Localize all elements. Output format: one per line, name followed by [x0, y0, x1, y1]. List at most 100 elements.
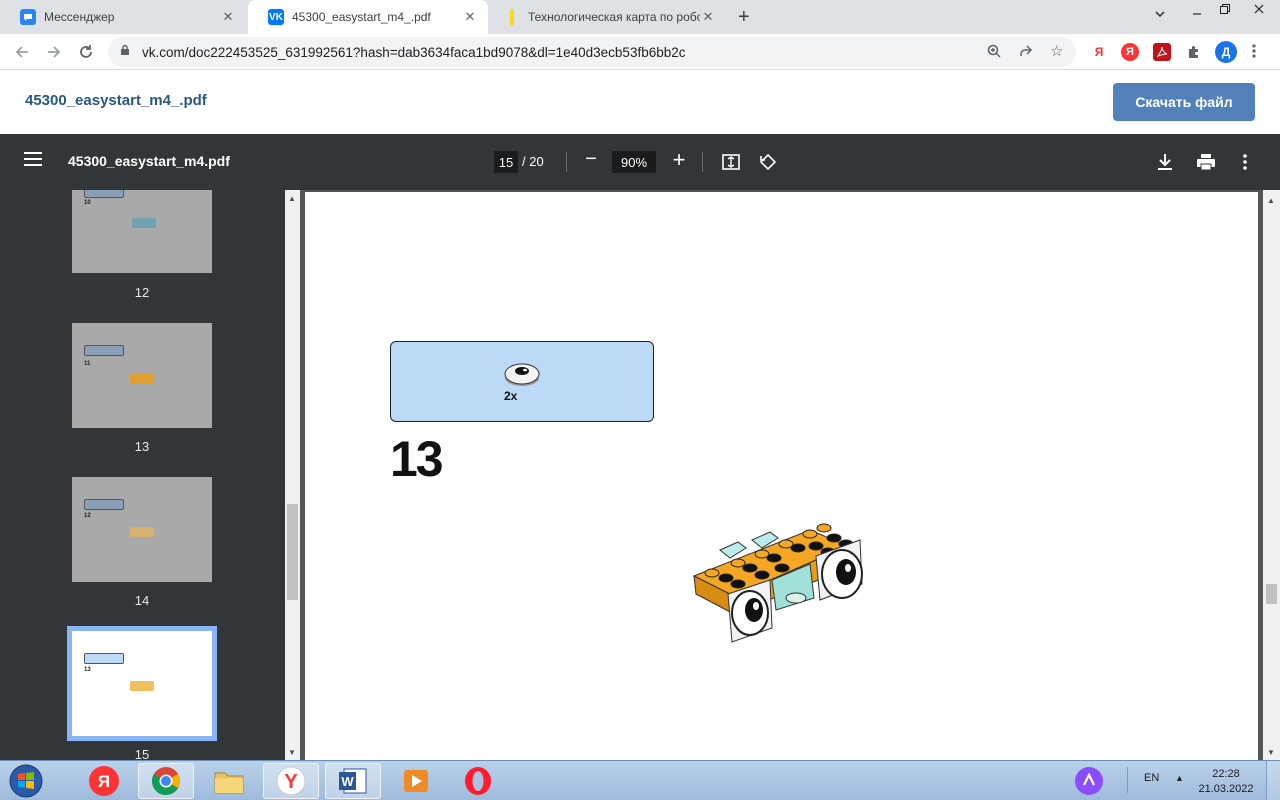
lock-icon[interactable] — [120, 44, 130, 59]
sidebar-scrollbar[interactable]: ▲ ▼ — [285, 190, 300, 760]
scrollbar-thumb[interactable] — [1266, 584, 1277, 604]
taskbar-video-player[interactable] — [388, 763, 444, 799]
step-number: 13 — [390, 431, 444, 487]
yandex-browser-ext-icon[interactable]: Я — [1121, 43, 1139, 61]
vk-messenger-icon — [20, 9, 36, 25]
minimize-button[interactable] — [1182, 0, 1212, 17]
taskbar-yandex-browser[interactable]: Y — [263, 763, 319, 799]
taskbar-chrome[interactable] — [138, 763, 194, 799]
yandex-ext-icon[interactable]: Я — [1090, 43, 1108, 61]
start-button[interactable] — [6, 762, 46, 800]
scrollbar-thumb[interactable] — [287, 504, 298, 600]
doc-title[interactable]: 45300_easystart_m4_.pdf — [25, 92, 207, 109]
new-tab-icon[interactable]: + — [738, 6, 750, 29]
svg-text:Y: Y — [284, 771, 298, 793]
tab-title: Мессенджер — [44, 10, 115, 24]
thumb-label: 15 — [134, 747, 150, 760]
download-icon[interactable] — [1157, 153, 1173, 176]
profile-avatar[interactable]: Д — [1215, 41, 1237, 63]
thumb-parts-box — [84, 345, 124, 356]
tab-title: 45300_easystart_m4_.pdf — [292, 10, 431, 24]
clock[interactable]: 22:28 21.03.2022 — [1196, 767, 1256, 797]
thumb-parts-box — [84, 653, 124, 664]
taskbar-explorer[interactable] — [201, 763, 257, 799]
document-scrollbar[interactable]: ▲ ▼ — [1263, 190, 1280, 760]
zoom-out-button[interactable]: − — [580, 148, 602, 174]
tray-expand-icon[interactable]: ▲ — [1175, 773, 1184, 783]
fit-page-icon[interactable] — [722, 153, 740, 176]
pdf-ext-icon[interactable] — [1153, 43, 1171, 61]
extensions-puzzle-icon[interactable] — [1185, 43, 1203, 61]
taskbar-opera[interactable] — [450, 763, 506, 799]
share-icon[interactable] — [1018, 43, 1034, 64]
scroll-up-arrow[interactable]: ▲ — [288, 194, 296, 203]
clock-time: 22:28 — [1212, 768, 1240, 780]
divider — [1127, 767, 1128, 793]
chevron-down-icon[interactable] — [1154, 8, 1166, 23]
pdf-page — [305, 192, 1258, 762]
divider — [566, 152, 567, 172]
more-options-icon[interactable] — [1243, 154, 1247, 175]
thumb-parts-box — [84, 499, 124, 510]
scroll-down-arrow[interactable]: ▼ — [1267, 748, 1275, 757]
page-thumbnail-12[interactable]: 10 — [72, 190, 212, 273]
doc-icon — [504, 9, 520, 25]
taskbar-yandex[interactable]: Я — [76, 763, 132, 799]
zoom-in-button[interactable]: + — [668, 147, 690, 173]
more-vert-icon[interactable] — [1252, 43, 1256, 64]
menu-icon[interactable] — [24, 152, 42, 171]
url-text[interactable]: vk.com/doc222453525_631992561?hash=dab36… — [142, 45, 686, 60]
close-icon[interactable]: ✕ — [462, 9, 478, 25]
thumb-label: 14 — [134, 593, 150, 608]
reload-button[interactable] — [74, 40, 98, 64]
svg-text:W: W — [341, 774, 354, 789]
tab-title: Технологическая карта по робо — [528, 10, 700, 24]
tab-strip: Мессенджер ✕ VK 45300_easystart_m4_.pdf … — [0, 0, 1280, 34]
close-icon[interactable]: ✕ — [700, 9, 716, 25]
page-thumbnail-13[interactable]: 11 — [72, 323, 212, 428]
svg-text:Я: Я — [98, 772, 110, 791]
thumb-step-number: 13 — [84, 667, 91, 673]
scroll-up-arrow[interactable]: ▲ — [1267, 196, 1275, 205]
print-icon[interactable] — [1196, 153, 1216, 176]
close-window-button[interactable] — [1238, 0, 1280, 17]
clock-date: 21.03.2022 — [1198, 783, 1254, 795]
forward-button[interactable] — [42, 40, 66, 64]
page-number-input[interactable]: 15 — [494, 151, 518, 173]
rotate-icon[interactable] — [758, 152, 778, 177]
language-indicator[interactable]: EN — [1144, 772, 1159, 784]
tab-tech-map[interactable]: Технологическая карта по робо ✕ — [486, 0, 726, 34]
close-icon[interactable]: ✕ — [220, 9, 236, 25]
zoom-icon[interactable] — [986, 43, 1002, 64]
thumb-model — [130, 681, 154, 691]
thumb-model — [130, 374, 154, 384]
thumb-label: 12 — [134, 285, 150, 300]
vk-icon: VK — [268, 9, 284, 25]
pdf-toolbar: 45300_easystart_m4.pdf 15 / 20 − 90% + — [0, 134, 1280, 190]
tab-messenger[interactable]: Мессенджер ✕ — [0, 0, 246, 34]
address-bar[interactable]: vk.com/doc222453525_631992561?hash=dab36… — [108, 37, 1076, 67]
browser-toolbar: vk.com/doc222453525_631992561?hash=dab36… — [0, 34, 1280, 70]
lego-model-illustration — [690, 518, 872, 649]
windows-taskbar: Я Y W EN ▲ 22:28 21.03.2022 — [0, 760, 1280, 800]
back-button[interactable] — [10, 40, 34, 64]
thumb-step-number: 12 — [84, 513, 91, 519]
alice-icon[interactable] — [1074, 766, 1104, 800]
scroll-down-arrow[interactable]: ▼ — [288, 748, 296, 757]
download-file-button[interactable]: Скачать файл — [1113, 83, 1255, 121]
thumbnail-sidebar: 10 12 11 13 12 14 13 15 — [0, 190, 285, 760]
pdf-filename: 45300_easystart_m4.pdf — [68, 153, 230, 169]
page-total: / 20 — [522, 154, 544, 169]
part-quantity: 2x — [504, 389, 518, 403]
page-thumbnail-14[interactable]: 12 — [72, 477, 212, 582]
bookmark-star-icon[interactable]: ☆ — [1050, 42, 1063, 60]
zoom-level-input[interactable]: 90% — [612, 151, 656, 173]
thumb-label: 13 — [134, 439, 150, 454]
show-desktop-button[interactable] — [1266, 761, 1280, 800]
page-thumbnail-15[interactable]: 13 — [67, 626, 217, 741]
thumb-step-number: 11 — [84, 361, 91, 367]
taskbar-word[interactable]: W — [325, 763, 381, 799]
thumb-model — [132, 218, 156, 228]
restore-button[interactable] — [1212, 0, 1238, 17]
tab-pdf[interactable]: VK 45300_easystart_m4_.pdf ✕ — [248, 0, 488, 34]
